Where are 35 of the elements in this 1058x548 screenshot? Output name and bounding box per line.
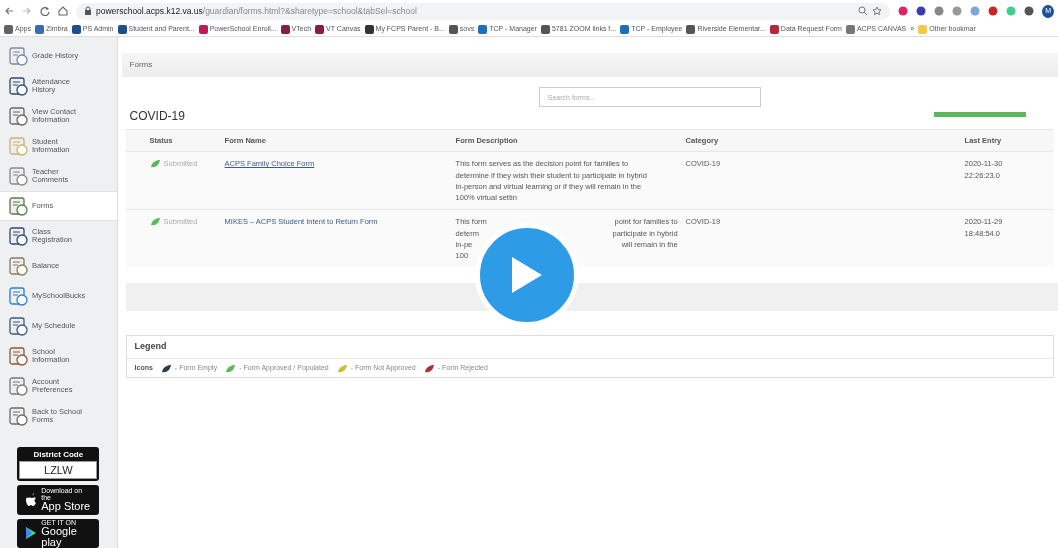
document-icon [8, 165, 28, 186]
url-text: powerschool.acps.k12.va.us/guardian/forms.html?&sharetype=school&tabSel=school [96, 4, 417, 18]
document-icon [8, 315, 28, 336]
document-icon [8, 46, 28, 66]
extension-icon[interactable] [934, 6, 945, 16]
document-icon [8, 105, 28, 126]
district-code-title: District Code [32, 448, 85, 461]
address-bar[interactable]: powerschool.acps.k12.va.us/guardian/forms.html?&sharetype=school&tabSel=school [76, 2, 891, 20]
play-triangle-icon [25, 526, 38, 541]
document-icon [8, 135, 28, 156]
document-icon [8, 375, 28, 396]
lock-icon [84, 6, 92, 16]
back-icon[interactable] [4, 6, 14, 16]
reload-icon[interactable] [40, 6, 50, 16]
district-code-value: LZLW [19, 460, 98, 480]
extension-icon[interactable] [898, 6, 909, 16]
extension-icon[interactable] [988, 6, 999, 16]
leaf-icon [149, 217, 160, 227]
star-icon[interactable] [872, 6, 883, 16]
legend-title: Legend [126, 336, 1053, 359]
play-icon [509, 255, 544, 295]
extension-icon[interactable] [916, 6, 927, 16]
zoom-icon[interactable] [858, 6, 869, 16]
extension-icon[interactable] [1024, 6, 1035, 16]
document-icon [8, 345, 28, 366]
document-icon [8, 225, 28, 246]
panel-title: Forms [129, 59, 153, 71]
document-icon [8, 285, 28, 306]
document-icon [8, 195, 28, 216]
leaf-icon [149, 159, 160, 169]
document-icon [8, 75, 28, 96]
document-icon [8, 255, 28, 276]
document-icon [8, 405, 28, 426]
section-title: COVID-19 [129, 108, 185, 125]
home-icon[interactable] [58, 6, 68, 16]
